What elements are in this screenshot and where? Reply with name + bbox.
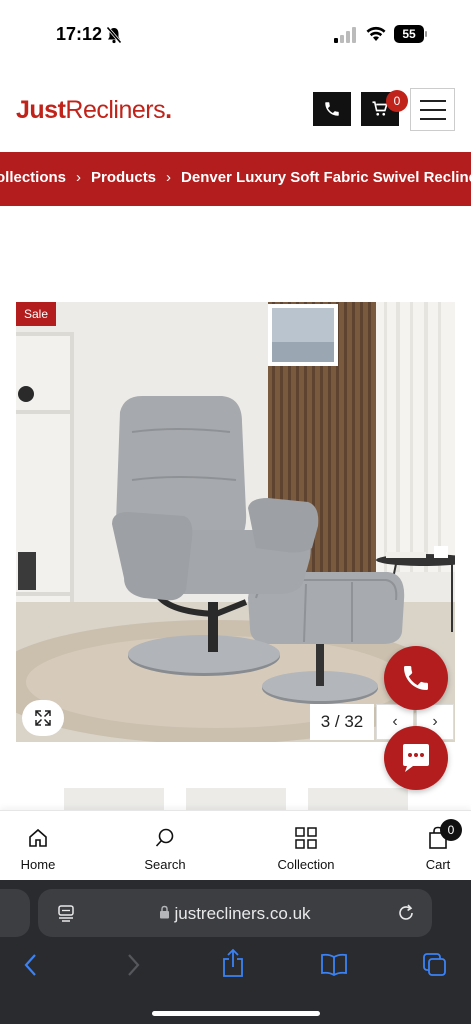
- tab-home-label: Home: [20, 857, 56, 872]
- share-icon[interactable]: [221, 948, 245, 978]
- battery-indicator: 55: [394, 25, 427, 43]
- hamburger-menu-button[interactable]: [410, 88, 455, 131]
- phone-icon: [325, 102, 339, 116]
- url-text: justrecliners.co.uk: [174, 904, 311, 923]
- sale-badge: Sale: [16, 302, 57, 326]
- address-bar[interactable]: justrecliners.co.uk: [38, 889, 432, 937]
- site-header: JustRecliners. 0: [0, 80, 471, 142]
- tab-collection-label: Collection: [277, 857, 335, 872]
- site-logo[interactable]: JustRecliners.: [16, 96, 172, 125]
- phone-icon: [404, 666, 428, 690]
- home-icon: [29, 828, 47, 847]
- browser-toolbar: justrecliners.co.uk: [0, 880, 471, 1024]
- chat-bubble-icon: [403, 744, 429, 772]
- breadcrumb-products[interactable]: Products: [91, 169, 156, 186]
- lock-icon: [160, 905, 170, 919]
- breadcrumb-separator: ›: [166, 169, 172, 186]
- logo-just: Just: [16, 96, 66, 124]
- wifi-icon: [366, 26, 386, 41]
- breadcrumb-current-product: Denver Luxury Soft Fabric Swivel Recline…: [181, 169, 471, 186]
- thumbnail[interactable]: [186, 788, 286, 812]
- expand-icon: [35, 710, 51, 726]
- search-icon: [155, 828, 174, 847]
- reload-icon[interactable]: [396, 903, 416, 923]
- grid-icon: [295, 827, 317, 849]
- breadcrumb: ollections › Products › Denver Luxury Soft F…: [0, 152, 471, 206]
- bookmarks-icon[interactable]: [320, 952, 348, 976]
- tab-collection[interactable]: Collection: [270, 825, 342, 872]
- thumbnail[interactable]: [308, 788, 408, 812]
- forward-icon[interactable]: [122, 952, 144, 978]
- tab-home[interactable]: Home: [16, 825, 60, 872]
- status-time: 17:12: [56, 24, 103, 44]
- back-icon[interactable]: [20, 952, 42, 978]
- header-cart-count: 0: [386, 90, 408, 112]
- image-counter: 3 / 32: [310, 704, 374, 740]
- previous-browser-tab[interactable]: [0, 889, 30, 937]
- bell-off-icon: [106, 26, 122, 44]
- battery-level: 55: [394, 25, 424, 43]
- tabs-icon[interactable]: [422, 952, 448, 978]
- floating-chat-button[interactable]: [384, 726, 448, 790]
- floating-call-button[interactable]: [384, 646, 448, 710]
- thumbnail[interactable]: [64, 788, 164, 812]
- bottom-tab-bar: Home Search Collection Cart 0: [0, 810, 471, 880]
- tab-cart-label: Cart: [425, 857, 451, 872]
- tab-search-label: Search: [144, 857, 186, 872]
- cellular-signal-icon: [334, 27, 356, 43]
- header-phone-button[interactable]: [313, 92, 351, 126]
- breadcrumb-collections[interactable]: ollections: [0, 169, 66, 186]
- logo-dot: .: [165, 96, 172, 124]
- tab-cart-badge: 0: [440, 819, 462, 841]
- home-indicator: [152, 1011, 320, 1016]
- logo-recliners: Recliners: [65, 96, 166, 124]
- expand-image-button[interactable]: [22, 700, 64, 736]
- status-bar: 17:12 55: [0, 0, 471, 70]
- tab-search[interactable]: Search: [138, 825, 192, 872]
- thumbnail-strip: [0, 788, 471, 812]
- breadcrumb-separator: ›: [76, 169, 82, 186]
